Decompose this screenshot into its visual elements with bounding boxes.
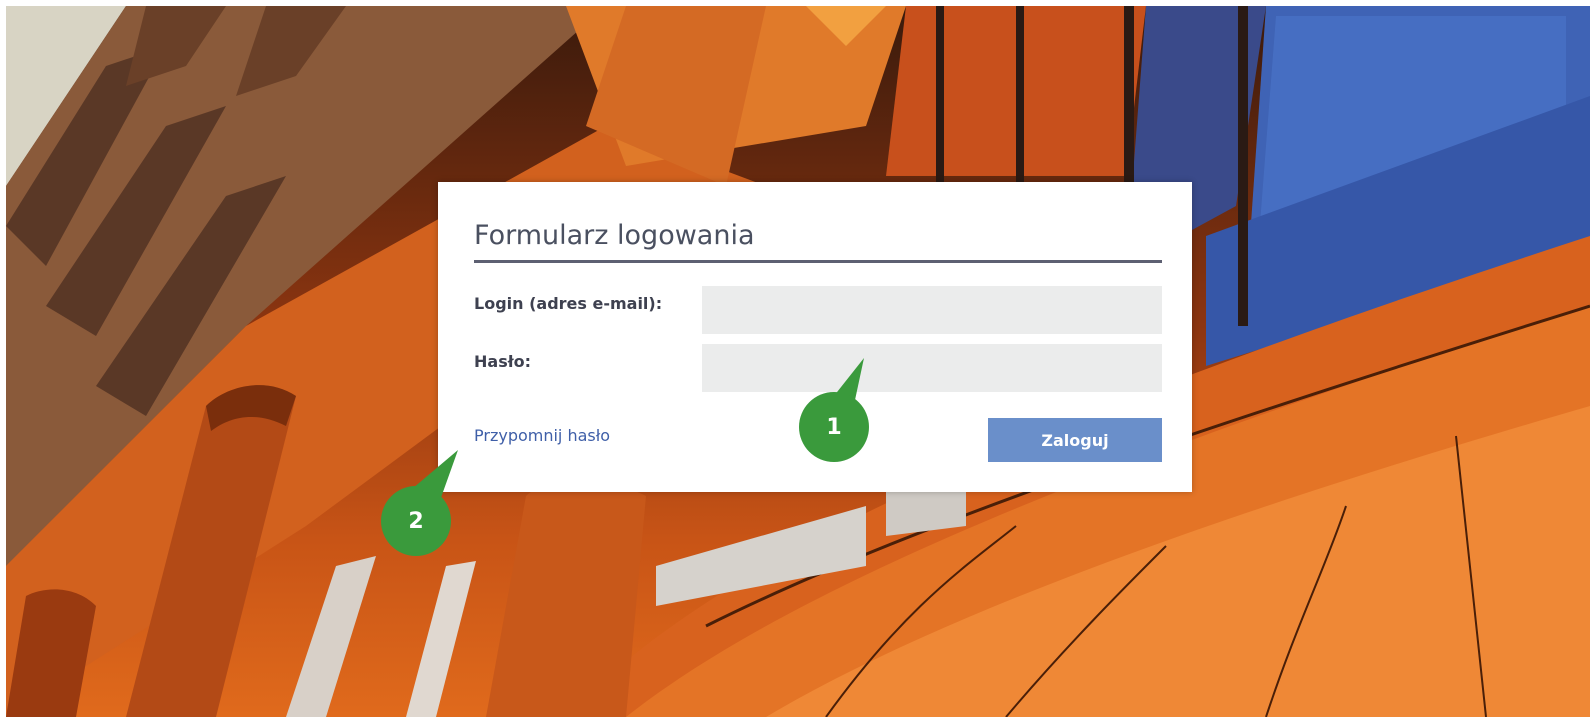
callout-badge-1: 1: [799, 392, 869, 462]
background-photo: Formularz logowania Login (adres e-mail)…: [6, 6, 1590, 717]
callout-badge-2: 2: [381, 486, 451, 556]
callout-pointers: [406, 358, 864, 506]
